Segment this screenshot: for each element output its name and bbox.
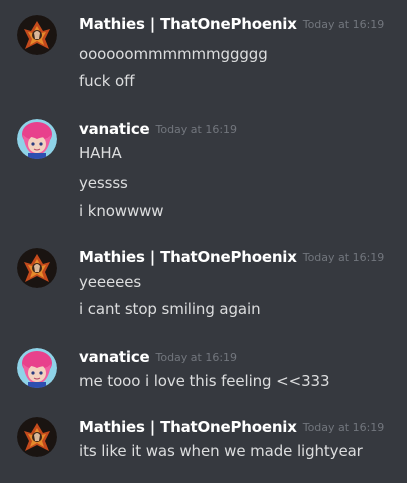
message-line: HAHA — [79, 144, 122, 162]
user-avatar[interactable] — [17, 15, 57, 55]
message-author[interactable]: Mathies | ThatOnePhoenix — [79, 248, 297, 266]
message-timestamp: Today at 16:19 — [302, 18, 385, 31]
message-timestamp: Today at 16:19 — [155, 351, 238, 364]
phoenix-avatar-icon — [17, 15, 57, 55]
phoenix-avatar-icon — [17, 248, 57, 288]
message-timestamp: Today at 16:19 — [155, 123, 238, 136]
message-author[interactable]: vanatice — [79, 120, 150, 138]
user-avatar[interactable] — [17, 417, 57, 457]
message-line: oooooommmmmmggggg — [79, 45, 268, 63]
message-timestamp: Today at 16:19 — [302, 421, 385, 434]
message-line: i cant stop smiling again — [79, 300, 261, 318]
message-line: yeeeees — [79, 273, 142, 291]
user-avatar[interactable] — [17, 248, 57, 288]
message-line: its like it was when we made lightyear — [79, 442, 363, 460]
message-line: me tooo i love this feeling <<333 — [79, 372, 330, 390]
phoenix-avatar-icon — [17, 417, 57, 457]
message-timestamp: Today at 16:19 — [302, 251, 385, 264]
message-line: yessss — [79, 174, 128, 192]
message-author[interactable]: Mathies | ThatOnePhoenix — [79, 418, 297, 436]
user-avatar[interactable] — [17, 119, 57, 159]
pink-hair-avatar-icon — [17, 119, 57, 159]
message-author[interactable]: vanatice — [79, 348, 150, 366]
message-author[interactable]: Mathies | ThatOnePhoenix — [79, 15, 297, 33]
pink-hair-avatar-icon — [17, 348, 57, 388]
message-line: i knowwww — [79, 202, 164, 220]
user-avatar[interactable] — [17, 348, 57, 388]
message-line: fuck off — [79, 72, 135, 90]
